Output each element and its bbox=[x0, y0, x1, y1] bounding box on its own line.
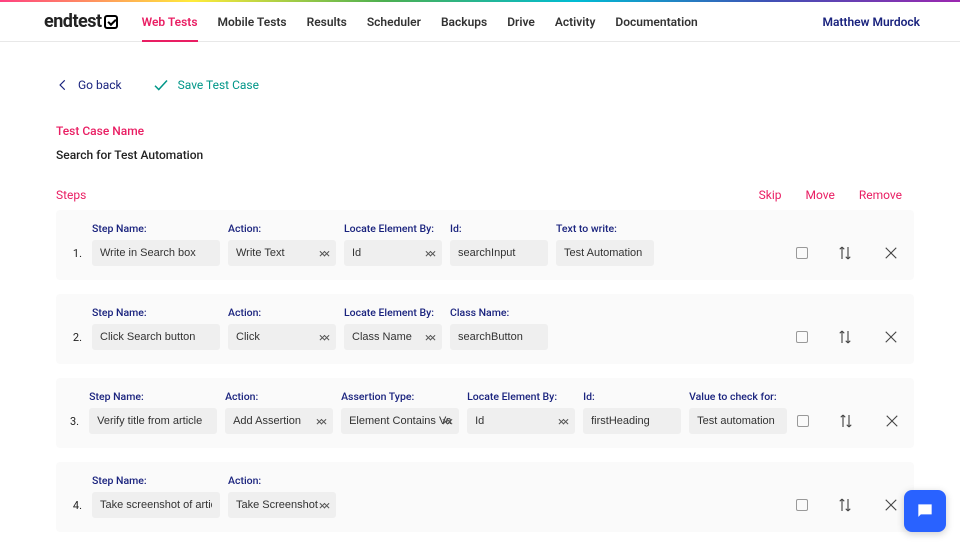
brand-text: endtest bbox=[44, 11, 102, 32]
step-name-label: Step Name: bbox=[92, 474, 220, 487]
skip-checkbox[interactable] bbox=[797, 415, 809, 427]
locator-input[interactable] bbox=[450, 240, 548, 266]
step-number: 4. bbox=[70, 499, 82, 518]
locator-label: Class Name: bbox=[450, 306, 548, 319]
text-to-write-label: Text to write: bbox=[556, 222, 654, 235]
move-icon[interactable] bbox=[837, 412, 855, 430]
locator-input[interactable] bbox=[450, 324, 548, 350]
action-select[interactable] bbox=[228, 492, 336, 518]
assertion-type-select[interactable] bbox=[341, 408, 459, 434]
step-name-input[interactable] bbox=[92, 240, 220, 266]
check-icon bbox=[152, 76, 170, 94]
skip-checkbox[interactable] bbox=[796, 247, 808, 259]
value-check-label: Value to check for: bbox=[689, 390, 787, 403]
action-label: Action: bbox=[228, 474, 336, 487]
nav-scheduler[interactable]: Scheduler bbox=[367, 3, 421, 41]
step-number: 1. bbox=[70, 247, 82, 266]
col-remove: Remove bbox=[859, 188, 902, 202]
nav-mobile-tests[interactable]: Mobile Tests bbox=[218, 3, 287, 41]
page-content: Go back Save Test Case Test Case Name Se… bbox=[0, 42, 960, 532]
locate-by-label: Locate Element By: bbox=[344, 306, 442, 319]
step-number: 2. bbox=[70, 331, 82, 350]
locator-input[interactable] bbox=[583, 408, 681, 434]
remove-icon[interactable] bbox=[882, 244, 900, 262]
steps-label: Steps bbox=[56, 188, 759, 202]
step-row: 2. Step Name: Action: Locate Element By:… bbox=[56, 294, 914, 364]
step-name-label: Step Name: bbox=[89, 390, 217, 403]
action-select[interactable] bbox=[228, 240, 336, 266]
step-row: 3. Step Name: Action: Assertion Type: Lo… bbox=[56, 378, 914, 448]
chat-icon bbox=[915, 501, 935, 521]
col-skip: Skip bbox=[759, 188, 782, 202]
skip-checkbox[interactable] bbox=[796, 499, 808, 511]
remove-icon[interactable] bbox=[882, 328, 900, 346]
move-icon[interactable] bbox=[836, 496, 854, 514]
top-nav: endtest Web Tests Mobile Tests Results S… bbox=[0, 2, 960, 42]
col-move: Move bbox=[806, 188, 835, 202]
remove-icon[interactable] bbox=[883, 412, 901, 430]
locate-by-label: Locate Element By: bbox=[344, 222, 442, 235]
action-label: Action: bbox=[228, 222, 336, 235]
nav-documentation[interactable]: Documentation bbox=[615, 3, 697, 41]
step-number: 3. bbox=[70, 415, 79, 434]
locator-label: Id: bbox=[583, 390, 681, 403]
nav-items: Web Tests Mobile Tests Results Scheduler… bbox=[142, 3, 823, 41]
nav-activity[interactable]: Activity bbox=[555, 3, 596, 41]
move-icon[interactable] bbox=[836, 244, 854, 262]
step-name-label: Step Name: bbox=[92, 306, 220, 319]
brand-logo[interactable]: endtest bbox=[44, 11, 118, 32]
go-back-button[interactable]: Go back bbox=[56, 78, 122, 92]
action-label: Action: bbox=[228, 306, 336, 319]
remove-icon[interactable] bbox=[882, 496, 900, 514]
nav-drive[interactable]: Drive bbox=[507, 3, 535, 41]
value-check-input[interactable] bbox=[689, 408, 787, 434]
test-case-name-label: Test Case Name bbox=[56, 124, 914, 138]
locate-by-label: Locate Element By: bbox=[467, 390, 575, 403]
assertion-type-label: Assertion Type: bbox=[341, 390, 459, 403]
step-row: 1. Step Name: Action: Locate Element By:… bbox=[56, 210, 914, 280]
action-select[interactable] bbox=[228, 324, 336, 350]
chat-widget-button[interactable] bbox=[904, 490, 946, 532]
locator-label: Id: bbox=[450, 222, 548, 235]
step-name-input[interactable] bbox=[92, 324, 220, 350]
step-row: 4. Step Name: Action: bbox=[56, 462, 914, 532]
user-menu[interactable]: Matthew Murdock bbox=[822, 15, 920, 29]
nav-backups[interactable]: Backups bbox=[441, 3, 487, 41]
locate-by-select[interactable] bbox=[344, 240, 442, 266]
locate-by-select[interactable] bbox=[344, 324, 442, 350]
action-select[interactable] bbox=[225, 408, 333, 434]
locate-by-select[interactable] bbox=[467, 408, 575, 434]
step-name-input[interactable] bbox=[92, 492, 220, 518]
move-icon[interactable] bbox=[836, 328, 854, 346]
step-name-input[interactable] bbox=[89, 408, 217, 434]
page-actions: Go back Save Test Case bbox=[56, 76, 914, 94]
action-label: Action: bbox=[225, 390, 333, 403]
go-back-label: Go back bbox=[78, 78, 122, 92]
brand-check-icon bbox=[104, 15, 118, 29]
nav-web-tests[interactable]: Web Tests bbox=[142, 3, 198, 41]
chevron-left-icon bbox=[56, 78, 70, 92]
skip-checkbox[interactable] bbox=[796, 331, 808, 343]
text-to-write-input[interactable] bbox=[556, 240, 654, 266]
test-case-name-value: Search for Test Automation bbox=[56, 148, 914, 162]
nav-results[interactable]: Results bbox=[307, 3, 347, 41]
save-label: Save Test Case bbox=[178, 78, 259, 92]
steps-header: Steps Skip Move Remove bbox=[56, 188, 914, 202]
step-name-label: Step Name: bbox=[92, 222, 220, 235]
step-columns-header: Skip Move Remove bbox=[759, 188, 914, 202]
save-test-case-button[interactable]: Save Test Case bbox=[152, 76, 259, 94]
